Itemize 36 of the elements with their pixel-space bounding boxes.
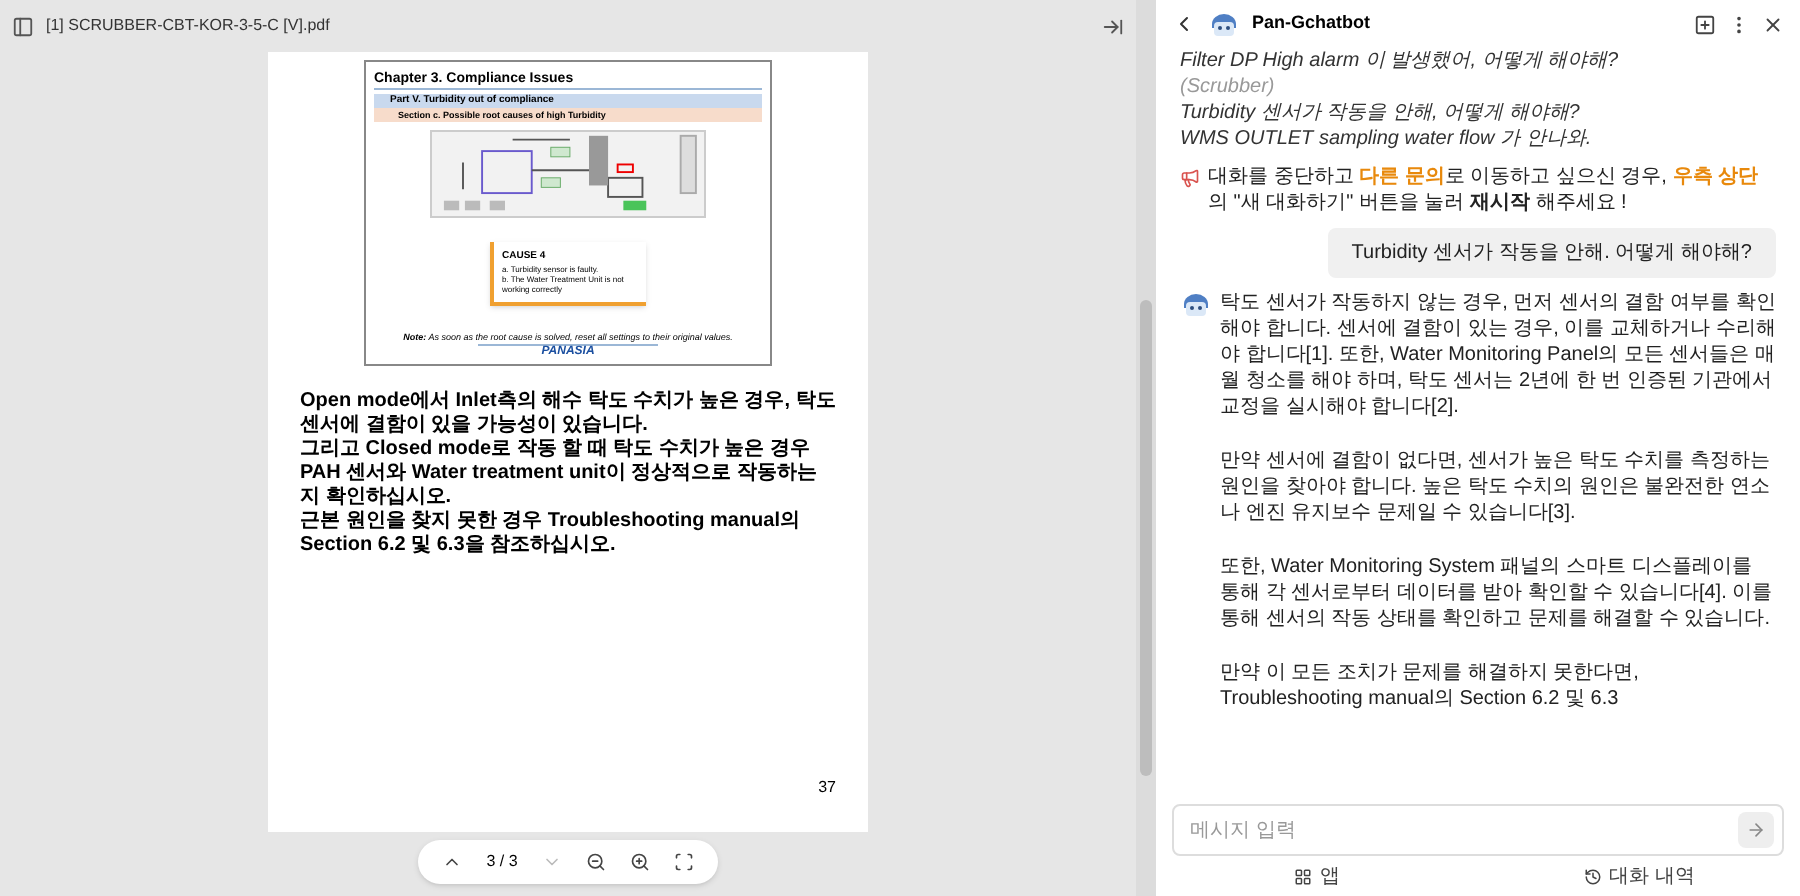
fit-page-icon[interactable]: [673, 852, 694, 872]
bot-message-text: 또한, Water Monitoring System 패널의 스마트 디스플레이를 통해 각 센서로부터 데이터를 받아 확인할 수 있습니다[4]. 이를 통해 센서의 작동 상태를 확인하고 문제를 해결할 수 있습니다.: [1220, 554, 1775, 632]
message-field[interactable]: 메시지 입력: [1190, 815, 1738, 845]
page-number: 37: [818, 776, 836, 800]
body-text: 근본 원인을 찾지 못한 경우 Troubleshooting manual의 Section 6.2 및 6.3을 참조하십시오.: [300, 510, 803, 558]
zoom-in-icon[interactable]: [629, 852, 650, 872]
footer-tab[interactable]: 대화 내역: [1478, 856, 1800, 896]
body-text: Open mode에서 Inlet측의 해수 탁도 수치가 높은 경우, 탁도 센서에 결함이 있을 가능성이 있습니다.: [300, 390, 836, 438]
message-input[interactable]: 메시지 입력: [1172, 804, 1784, 856]
chatbot-logo-icon: [1208, 10, 1240, 38]
example-question: Filter DP High alarm 이 발생했어, 어떻게 해야해?: [1180, 48, 1621, 74]
example-question: WMS OUTLET sampling water flow 가 안나와.: [1180, 126, 1594, 152]
zoom-out-icon[interactable]: [585, 852, 606, 872]
send-button[interactable]: [1738, 812, 1774, 848]
chat-title: Pan-Gchatbot: [1252, 10, 1371, 37]
bot-message-text: 만약 이 모든 조치가 문제를 해결하지 못한다면, Troubleshooting manual의 Section 6.2 및 6.3: [1220, 660, 1641, 712]
example-question: Turbidity 센서가 작동을 안해, 어떻게 해야해?: [1180, 100, 1582, 126]
bot-message-text: 만약 센서에 결함이 없다면, 센서가 높은 탁도 수치를 측정하는 원인을 찾아야 합니다. 높은 탁도 수치의 원인은 불완전한 연소나 엔진 유지보수 문제일 수 있습니다[3].: [1220, 448, 1773, 526]
bot-message-text: 탁도 센서가 작동하지 않는 경우, 먼저 센서의 결함 여부를 확인해야 합니다. 센서에 결함이 있는 경우, 이를 교체하거나 수리해야 합니다[1]. 또한, Water Monitoring Panel의 모든 센서들은 매월 청소를 해야 하며, 탁도 센서는 2년에 한 번 인증된 기관에서 교정을 실시해야 합니다[2].: [1220, 290, 1776, 420]
file-name: [1] SCRUBBER-CBT-KOR-3-5-C [V].pdf: [46, 14, 330, 38]
footer-tab[interactable]: 앱: [1156, 856, 1478, 896]
grid-icon: [1294, 867, 1312, 885]
expand-icon[interactable]: [1102, 15, 1124, 37]
body-text: 그리고 Closed mode로 작동 할 때 탁도 수치가 높은 경우 PAH 센서와 Water treatment unit이 정상적으로 작동하는지 확인하십시오.: [300, 438, 819, 510]
bot-avatar-icon: [1180, 290, 1212, 318]
new-chat-icon[interactable]: [1694, 13, 1716, 35]
message-text: Turbidity 센서가 작동을 안해. 어떻게 해야해?: [1351, 240, 1752, 266]
notice-text: 대화를 중단하고 다른 문의로 이동하고 싶으신 경우, 우측 상단 의 "새 대화하기" 버튼을 눌러 재시작 해주세요 !: [1208, 164, 1761, 216]
scrollbar-thumb[interactable]: [1140, 300, 1152, 776]
example-category: (Scrubber): [1180, 74, 1277, 100]
sidebar-toggle-icon[interactable]: [12, 15, 34, 37]
close-icon[interactable]: [1762, 13, 1784, 35]
page-indicator: 3 / 3: [486, 850, 518, 874]
history-icon: [1583, 867, 1602, 885]
megaphone-icon: [1180, 168, 1200, 188]
arrow-icon: [1746, 820, 1766, 840]
